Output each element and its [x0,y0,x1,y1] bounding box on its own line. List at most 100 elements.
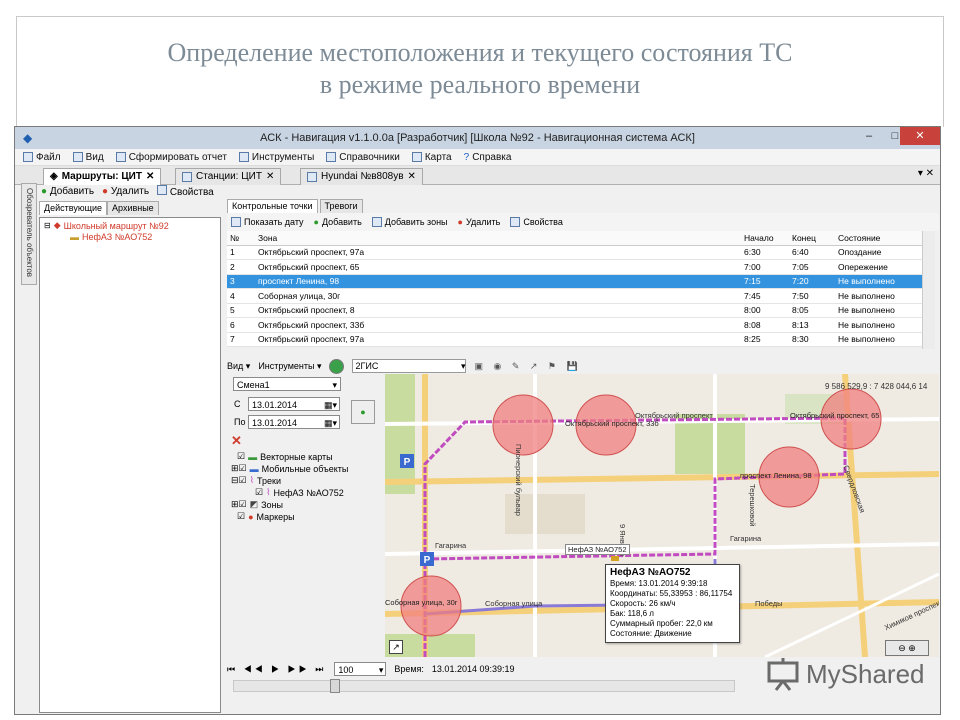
menu-bar: Файл Вид Сформировать отчет Инструменты … [15,149,940,166]
table-row[interactable]: 1 Октябрьский проспект, 97а 6:30 6:40 Опозда… [227,245,923,260]
from-date-field[interactable]: 13.01.2014 ▦▾ [248,397,340,411]
layer-tracks[interactable]: ⊟☑ ⌇ Треки [231,475,281,486]
speed-select[interactable]: 100 ▾ [334,662,387,676]
route-icon: ◆ [53,220,61,230]
app-window: ◆ АСК - Навигация v1.1.0.0a [Разработчик… [14,126,941,715]
popup-line: Время: 13.01.2014 9:39:18 [610,579,708,588]
grid-tabs: Контрольные точки Тревоги [227,199,939,213]
layer-vector-maps[interactable]: ☑ ▬ Векторные карты [237,451,333,462]
tab-alarms[interactable]: Тревоги [319,199,363,213]
map-tool-icons[interactable]: ▣ ◉ ✎ ↗ ⚑ 💾 [474,361,581,372]
slide-title: Определение местоположения и текущего со… [16,16,944,127]
layer-track-vehicle[interactable]: ☑ ⌇ НефАЗ №АО752 [255,487,344,498]
table-cell: 4 [227,288,255,304]
delete-icon: ● [457,217,463,227]
map-provider-select[interactable]: 2ГИС ▾ [352,359,467,373]
table-row[interactable]: 6 Октябрьский проспект, 33б 8:08 8:13 Не вып… [227,317,923,333]
object-explorer-tab[interactable]: Обозреватель объектов [21,183,37,285]
map-coordinates: 9 586 529,9 : 7 428 044,6 14 [825,382,928,391]
table-row[interactable]: 2 Октябрьский проспект, 65 7:00 7:05 Опереже… [227,259,923,275]
col-end[interactable]: Конец [789,231,835,246]
layer-zones[interactable]: ⊞☑ ◩ Зоны [231,499,283,510]
grid-add-button[interactable]: ● Добавить [314,217,362,227]
table-header: № Зона Начало Конец Состояние [227,231,923,246]
tab-close-icon[interactable]: ✕ [408,169,416,185]
table-row[interactable]: 4 Соборная улица, 30г 7:45 7:50 Не выполнено [227,288,923,304]
menu-file[interactable]: Файл [23,152,61,163]
clear-icon[interactable]: ✕ [231,433,242,449]
menu-references[interactable]: Справочники [326,152,400,163]
tab-active-routes[interactable]: Действующие [39,201,108,215]
menu-view[interactable]: Вид [72,152,104,163]
grid-properties-button[interactable]: Свойства [510,217,563,227]
tree-route[interactable]: ⊟ ◆ Школьный маршрут №92 [44,220,169,231]
title-line-1: Определение местоположения и текущего со… [167,38,793,67]
street-label: Гагарина [435,541,467,550]
menu-help[interactable]: ? Справка [464,152,512,163]
timeline-thumb[interactable] [330,679,340,693]
tab-close-icon[interactable]: ✕ [266,169,274,185]
tab-archive-routes[interactable]: Архивные [107,201,159,215]
close-button[interactable]: ✕ [900,127,940,145]
col-state[interactable]: Состояние [835,231,923,246]
minimize-button[interactable]: – [855,127,883,145]
col-number[interactable]: № [227,231,255,246]
grid-scrollbar[interactable] [922,231,935,349]
table-cell: 8:30 [789,332,835,347]
collapse-icon: ⊟ [44,221,51,230]
popup-line: Координаты: 55,33953 : 86,11754 [610,589,733,598]
add-zones-button[interactable]: Добавить зоны [371,217,448,227]
shift-select[interactable]: Смена1 ▾ [233,377,341,391]
grid-toolbar: Показать дату ● Добавить Добавить зоны ● У… [227,213,939,231]
table-row[interactable]: 3 проспект Ленина, 98 7:15 7:20 Не выполнено [227,274,923,289]
tab-vehicle[interactable]: Hyundai №в808ув ✕ [300,168,423,185]
checkpoints-table: № Зона Начало Конец Состояние 1 Октябрьск… [227,231,923,347]
table-cell: 6 [227,317,255,333]
routes-tree: ⊟ ◆ Школьный маршрут №92 ▬ НефАЗ №АО752 [39,217,221,713]
layer-mobile-objects[interactable]: ⊞☑ ▬ Мобильные объекты [231,463,348,474]
playback-controls[interactable]: ⏮ ◀◀ ▶ ▶▶ ⏭ [227,664,326,675]
street-label: Победы [755,599,783,608]
to-date-field[interactable]: 13.01.2014 ▦▾ [248,415,340,429]
time-value: 13.01.2014 09:39:19 [431,664,515,674]
vehicle-map-label[interactable]: НефАЗ №АО752 [565,544,630,555]
table-cell: Не выполнено [835,274,923,289]
view-dropdown[interactable]: Вид ▾ [227,361,250,372]
map-controls: Смена1 ▾ С 13.01.2014 ▦▾ По 13.01.2014 ▦▾ ●… [227,375,385,655]
table-row[interactable]: 5 Октябрьский проспект, 8 8:00 8:05 Не выпол… [227,303,923,318]
table-cell: Опоздание [835,245,923,260]
tree-vehicle[interactable]: ▬ НефАЗ №АО752 [70,232,152,242]
menu-report[interactable]: Сформировать отчет [115,152,227,163]
svg-text:P: P [424,555,431,566]
add-button[interactable]: ● Добавить [41,186,94,197]
tab-controls[interactable]: ▾ ✕ [918,168,934,179]
table-cell: 8:05 [789,303,835,318]
table-row[interactable]: 7 Октябрьский проспект, 97а 8:25 8:30 Не вып… [227,332,923,347]
add-icon: ● [41,185,48,197]
layer-markers[interactable]: ☑ ● Маркеры [237,511,295,522]
help-icon: ? [463,151,470,163]
delete-button[interactable]: ● Удалить [102,186,149,197]
zones-icon [371,217,382,227]
tools-dropdown[interactable]: Инструменты ▾ [258,361,321,372]
properties-icon [510,217,521,227]
table-cell: Опережение [835,259,923,275]
menu-map[interactable]: Карта [411,152,452,163]
show-date-button[interactable]: Показать дату [231,217,304,227]
left-subtabs: Действующие Архивные [39,201,221,215]
col-start[interactable]: Начало [741,231,789,246]
map-view[interactable]: P P 9 586 529,9 : 7 428 044,6 14 Пионерс… [385,374,939,657]
properties-button[interactable]: Свойства [157,184,214,198]
table-cell: Соборная улица, 30г [255,288,741,304]
table-cell: Октябрьский проспект, 97а [255,332,741,347]
timeline-slider[interactable] [233,679,735,693]
menu-tools[interactable]: Инструменты [238,152,314,163]
delete-icon: ● [102,185,109,197]
zone-label: Октябрьский проспект, 65 [790,411,880,420]
tab-checkpoints[interactable]: Контрольные точки [227,199,318,213]
grid-delete-button[interactable]: ● Удалить [458,217,501,227]
expand-map-icon[interactable]: ↗ [389,640,403,654]
tools-icon [238,152,249,162]
apply-button[interactable]: ● [351,400,375,424]
col-zone[interactable]: Зона [255,231,741,246]
